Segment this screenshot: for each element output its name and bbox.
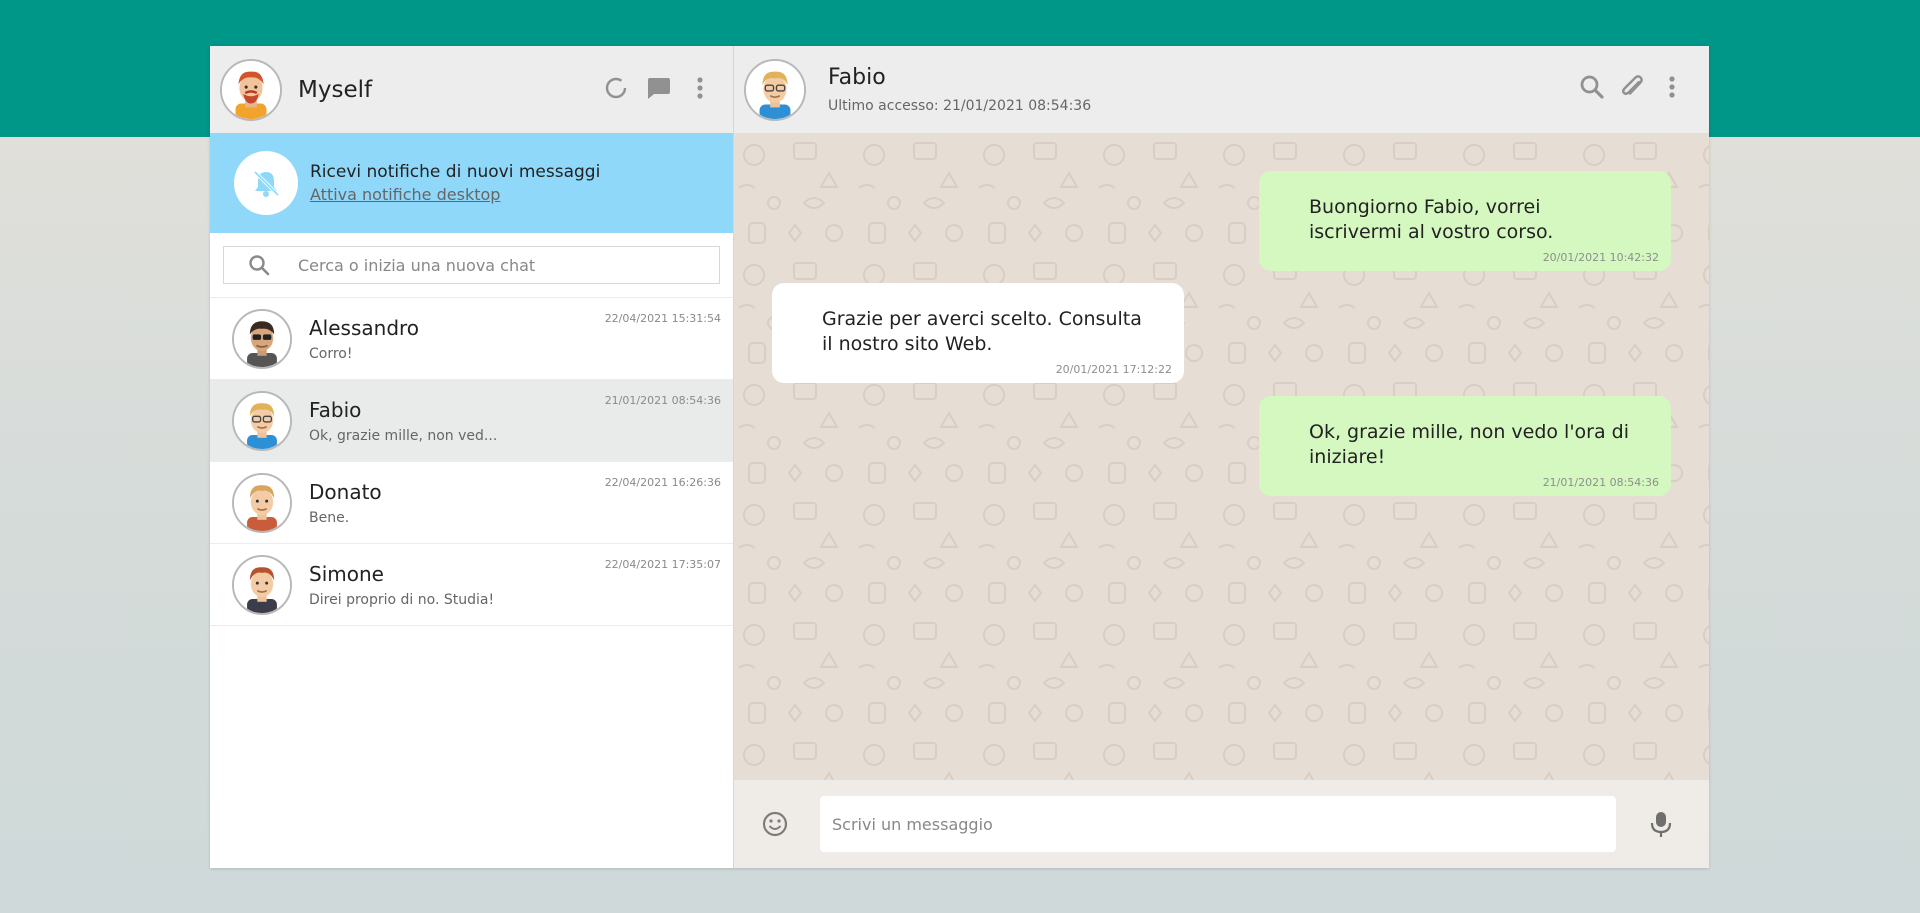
contact-time: 22/04/2021 17:35:07 (604, 558, 721, 571)
search-area (210, 233, 733, 298)
enable-notifications-link[interactable]: Attiva notifiche desktop (310, 185, 600, 204)
message-bubble-sent[interactable]: Buongiorno Fabio, vorrei iscrivermi al v… (1259, 171, 1671, 271)
bell-off-icon (253, 170, 280, 197)
notification-circle (234, 151, 298, 215)
emoji-icon[interactable] (760, 809, 790, 839)
contact-last-message: Direi proprio di no. Studia! (309, 591, 495, 608)
message-time: 21/01/2021 08:54:36 (1542, 476, 1659, 489)
menu-icon[interactable] (1659, 74, 1685, 100)
contact-name: Simone (309, 561, 384, 586)
message-text-line: il nostro sito Web. (822, 333, 993, 355)
contact-name: Donato (309, 479, 382, 504)
microphone-icon[interactable] (1646, 809, 1676, 839)
avatar (232, 472, 292, 533)
attach-icon[interactable] (1619, 74, 1645, 100)
notification-banner: Ricevi notifiche di nuovi messaggi Attiv… (210, 133, 733, 233)
contact-text: Alessandro Corro! (309, 316, 419, 362)
chat-app: Myself Ricevi notifiche di nuovi messagg… (210, 46, 1709, 868)
message-input[interactable] (820, 796, 1616, 852)
my-avatar[interactable] (220, 58, 282, 121)
contact-item-simone[interactable]: Simone Direi proprio di no. Studia! 22/0… (210, 544, 733, 626)
status-icon[interactable] (603, 75, 629, 101)
message-text-line: Ok, grazie mille, non vedo l'ora di (1309, 421, 1630, 443)
notification-title: Ricevi notifiche di nuovi messaggi (310, 162, 601, 182)
contact-text: Donato Bene. (309, 480, 382, 526)
contact-time: 22/04/2021 15:31:54 (604, 312, 721, 325)
contact-text: Simone Direi proprio di no. Studia! (309, 562, 494, 608)
contact-avatar[interactable] (744, 58, 806, 121)
contact-last-message: Bene. (309, 509, 350, 526)
chat-contact-name: Fabio (828, 65, 886, 90)
contact-item-alessandro[interactable]: Alessandro Corro! 22/04/2021 15:31:54 (210, 298, 733, 380)
sidebar-header: Myself (210, 46, 733, 133)
last-seen-status: Ultimo accesso: 21/01/2021 08:54:36 (828, 98, 1092, 114)
message-time: 20/01/2021 17:12:22 (1055, 363, 1172, 376)
chat-list: Alessandro Corro! 22/04/2021 15:31:54 Fa… (210, 298, 733, 868)
message-text-line: Grazie per averci scelto. Consulta (822, 308, 1142, 330)
search-input[interactable] (296, 254, 719, 276)
contact-last-message: Corro! (309, 345, 353, 362)
chat-header: Fabio Ultimo accesso: 21/01/2021 08:54:3… (734, 46, 1709, 133)
contact-time: 21/01/2021 08:54:36 (604, 394, 721, 407)
avatar (232, 308, 292, 369)
contact-time: 22/04/2021 16:26:36 (604, 476, 721, 489)
contact-last-message: Ok, grazie mille, non ved... (309, 427, 498, 444)
message-composer (734, 780, 1709, 868)
message-bubble-received[interactable]: Grazie per averci scelto. Consulta il no… (772, 283, 1184, 383)
message-bubble-sent[interactable]: Ok, grazie mille, non vedo l'ora di iniz… (1259, 396, 1671, 496)
message-time: 20/01/2021 10:42:32 (1542, 251, 1659, 264)
contact-item-fabio[interactable]: Fabio Ok, grazie mille, non ved... 21/01… (210, 380, 733, 462)
new-chat-icon[interactable] (645, 75, 671, 101)
message-text-line: iscrivermi al vostro corso. (1309, 221, 1554, 243)
avatar (232, 554, 292, 615)
menu-icon[interactable] (687, 75, 713, 101)
notification-text: Ricevi notifiche di nuovi messaggi Attiv… (310, 162, 600, 204)
contact-item-donato[interactable]: Donato Bene. 22/04/2021 16:26:36 (210, 462, 733, 544)
search-box[interactable] (223, 246, 720, 284)
contact-name: Fabio (309, 397, 362, 422)
messages-area[interactable]: Buongiorno Fabio, vorrei iscrivermi al v… (734, 133, 1709, 780)
message-text-line: iniziare! (1309, 446, 1386, 468)
my-name: Myself (298, 76, 373, 103)
avatar (232, 390, 292, 451)
chat-pane: Fabio Ultimo accesso: 21/01/2021 08:54:3… (734, 46, 1709, 868)
contact-name: Alessandro (309, 315, 420, 340)
search-icon[interactable] (1579, 74, 1605, 100)
sidebar: Myself Ricevi notifiche di nuovi messagg… (210, 46, 734, 868)
sidebar-header-icons (603, 75, 713, 101)
chat-header-text: Fabio Ultimo accesso: 21/01/2021 08:54:3… (828, 65, 1091, 114)
contact-text: Fabio Ok, grazie mille, non ved... (309, 398, 497, 444)
message-text-line: Buongiorno Fabio, vorrei (1309, 196, 1541, 218)
search-icon (248, 254, 274, 276)
chat-header-icons (1579, 74, 1685, 100)
